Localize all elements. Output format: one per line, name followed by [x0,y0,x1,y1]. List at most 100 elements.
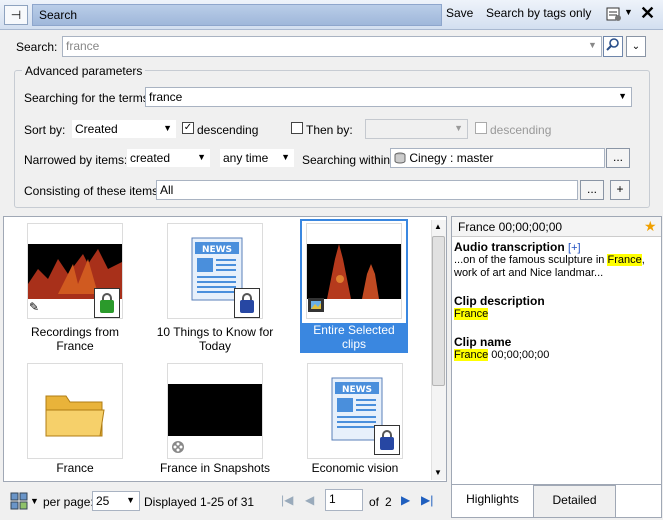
description-section: Clip description France [454,294,659,321]
descending-label: descending [197,123,259,137]
chevron-down-icon: ▼ [163,123,172,133]
result-item[interactable]: France in Snapshots [155,361,275,481]
narrow-combo[interactable]: created ▼ [126,148,211,168]
within-browse-button[interactable]: ... [606,148,630,168]
close-icon[interactable]: ✕ [640,3,655,24]
per-page-label: per page: [43,495,94,509]
clip-name-title: Clip name [454,335,512,349]
thumbnail [27,363,123,459]
lock-icon [94,288,120,318]
pin-icon[interactable]: ⊣ [4,5,28,25]
result-item-selected[interactable]: Entire Selected clips 00:00:00:00 [300,219,408,365]
star-icon[interactable]: ★ [644,218,657,235]
consisting-browse-button[interactable]: ... [580,180,604,200]
film-icon: ✎ [29,300,40,314]
within-label: Searching within: [302,153,394,167]
total-pages: 2 [385,495,392,509]
search-label: Search: [16,40,58,54]
within-value: Cinegy : master [409,151,494,165]
result-caption: 10 Things to Know for Today [156,325,274,353]
result-item[interactable]: France [15,361,135,481]
add-button[interactable]: + [610,180,630,200]
info-header: France 00;00;00;00 [452,217,661,237]
result-caption: France [56,461,94,475]
result-item[interactable]: NEWS 10 Things to Know for Today [155,221,275,355]
narrow-value: created [130,151,171,165]
chevron-down-icon: ▼ [618,91,627,101]
prev-page-icon[interactable]: ◀ [305,493,314,507]
then-by-combo[interactable]: ▼ [365,119,468,139]
chevron-down-icon: ▼ [454,123,463,133]
terms-label: Searching for the terms: [24,91,153,105]
sort-combo[interactable]: Created ▼ [71,119,177,139]
selected-caption: Entire Selected clips 00:00:00:00 [302,323,406,365]
chevron-down-icon[interactable]: ▼ [624,7,633,17]
result-caption: Entire Selected clips [313,323,395,351]
first-page-icon[interactable]: |◀ [281,493,293,507]
displayed-count: Displayed 1-25 of 31 [144,495,255,509]
reel-icon [171,440,185,454]
result-caption: France in Snapshots [159,461,271,475]
audio-title: Audio transcription [454,240,565,254]
tab-highlights[interactable]: Highlights [452,485,534,517]
consisting-field[interactable]: All [156,180,578,200]
lock-icon [374,425,400,455]
tab-detailed[interactable]: Detailed [534,485,616,517]
chevron-down-icon[interactable]: ▼ [30,496,39,506]
scroll-down-icon[interactable]: ▼ [434,468,442,477]
scrollbar-thumb[interactable] [432,236,445,386]
then-by-checkbox[interactable] [291,122,303,134]
result-item[interactable]: ✎ Recordings from France [15,221,135,355]
title-area: Search [32,4,442,26]
consisting-label: Consisting of these items: [24,184,162,198]
chevron-down-icon: ▼ [281,152,290,162]
info-header-title: France 00;00;00;00 [458,220,563,234]
clip-name-value: France 00;00;00;00 [454,349,550,361]
then-descending-checkbox[interactable] [475,122,487,134]
within-field[interactable]: Cinegy : master [390,148,605,168]
clip-name-section: Clip name France 00;00;00;00 [454,335,659,362]
news-label: NEWS [202,245,232,255]
narrowed-label: Narrowed by items: [24,153,128,167]
audio-text: ...on of the famous sculpture in France,… [454,254,645,279]
description-value: France [454,308,489,320]
database-icon [394,152,406,164]
next-page-icon[interactable]: ▶ [401,493,410,507]
results-grid: ✎ Recordings from France NEWS 10 Things … [3,216,447,482]
audio-expand-link[interactable]: [+] [568,242,581,254]
search-icon[interactable] [603,36,623,57]
save-button[interactable]: Save [446,6,473,20]
result-caption: Recordings from France [30,325,120,353]
last-page-icon[interactable]: ▶| [421,493,433,507]
settings-icon[interactable] [604,5,624,25]
clip-icon [308,298,324,312]
time-value: any time [223,151,269,165]
advanced-parameters-title: Advanced parameters [22,64,146,78]
sort-value: Created [75,122,118,136]
collapse-icon[interactable]: ⌄ [626,36,646,57]
time-combo[interactable]: any time ▼ [219,148,295,168]
per-page-value: 25 [96,494,110,508]
per-page-combo[interactable]: 25 ▼ [92,491,140,511]
scroll-up-icon[interactable]: ▲ [434,222,442,231]
sort-label: Sort by: [24,123,66,137]
terms-combo[interactable]: france ▼ [145,87,632,107]
chevron-down-icon[interactable]: ▼ [588,40,597,50]
page-input[interactable]: 1 [325,489,363,511]
folder-icon [45,395,105,437]
view-mode-icon[interactable] [10,492,28,510]
search-by-tags-button[interactable]: Search by tags only [486,6,591,20]
result-item[interactable]: NEWS Economic vision [295,361,415,481]
chevron-down-icon: ▼ [126,495,135,505]
then-by-label: Then by: [306,123,353,137]
of-label: of [369,495,380,509]
then-descending-label: descending [490,123,552,137]
search-input[interactable]: france [62,36,602,57]
audio-section: Audio transcription [+] ...on of the fam… [454,240,659,280]
chevron-down-icon: ▼ [197,152,206,162]
descending-checkbox[interactable]: ✓ [182,122,194,134]
terms-value: france [149,90,183,104]
result-caption: Economic vision [311,461,399,475]
lock-icon [234,288,260,318]
description-title: Clip description [454,294,545,308]
